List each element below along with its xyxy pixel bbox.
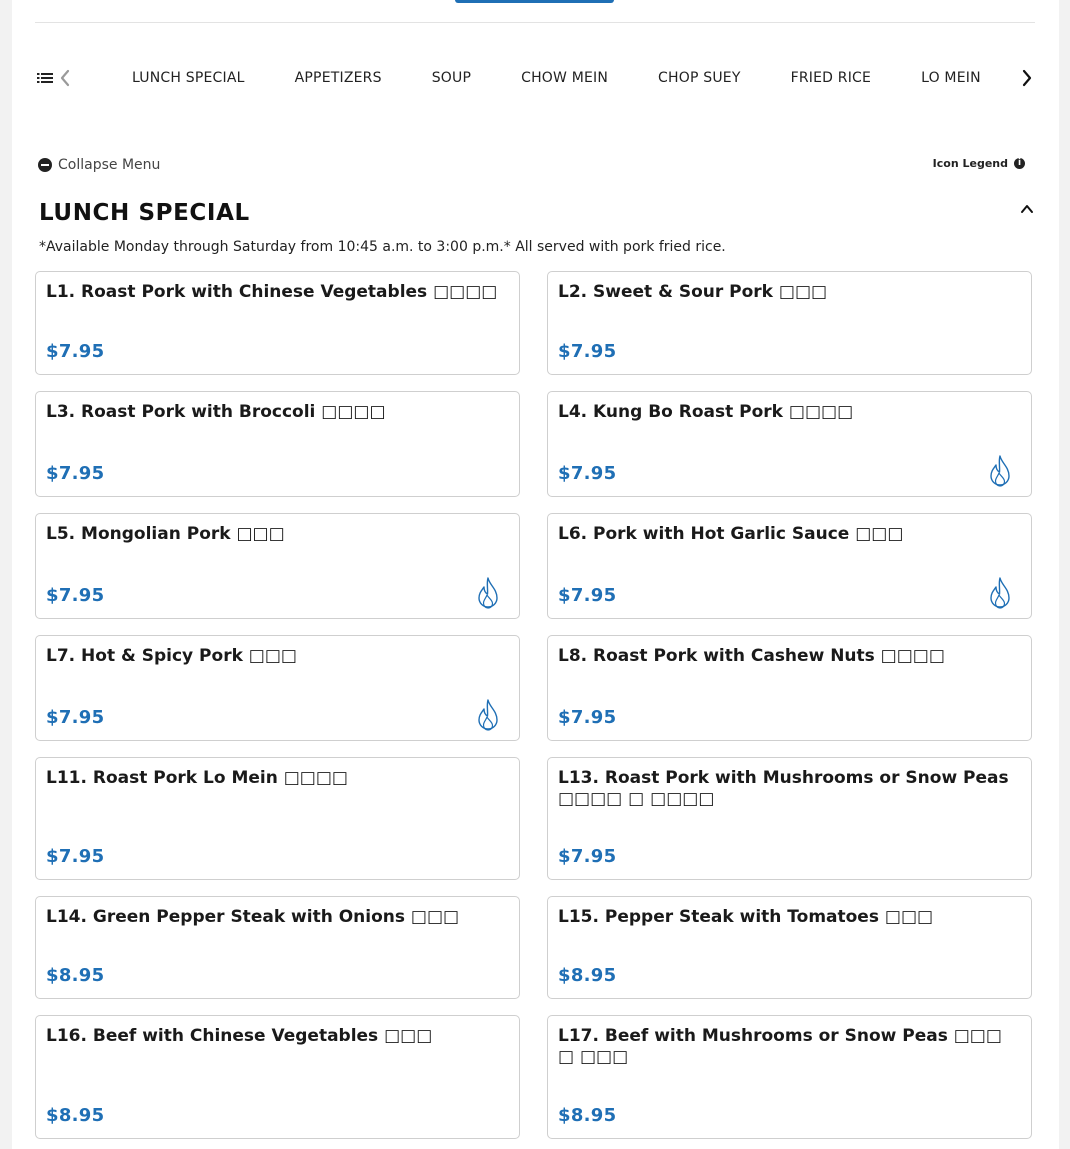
- chevron-left-icon[interactable]: [59, 68, 71, 88]
- item-price: $8.95: [558, 965, 617, 986]
- tab-fried-rice[interactable]: FRIED RICE: [791, 56, 871, 100]
- tab-lo-mein[interactable]: LO MEIN: [921, 56, 981, 100]
- menu-item-card[interactable]: L14. Green Pepper Steak with Onions □□□ …: [35, 896, 520, 999]
- menu-item-card[interactable]: L4. Kung Bo Roast Pork □□□□ $7.95: [547, 391, 1032, 497]
- flame-icon: [478, 699, 498, 731]
- minus-circle-icon: [38, 158, 52, 172]
- item-name: L1. Roast Pork with Chinese Vegetables □…: [46, 282, 498, 302]
- item-name: L13. Roast Pork with Mushrooms or Snow P…: [558, 768, 1009, 809]
- item-name: L11. Roast Pork Lo Mein □□□□: [46, 768, 348, 788]
- item-price: $7.95: [558, 341, 617, 362]
- info-icon: i: [1014, 158, 1025, 169]
- icon-legend-button[interactable]: Icon Legend i: [933, 157, 1025, 170]
- item-price: $7.95: [46, 463, 105, 484]
- flame-icon: [990, 577, 1010, 609]
- item-name: L7. Hot & Spicy Pork □□□: [46, 646, 297, 666]
- tab-chow-mein[interactable]: CHOW MEIN: [521, 56, 608, 100]
- top-action-button[interactable]: [455, 0, 614, 3]
- menu-item-card[interactable]: L6. Pork with Hot Garlic Sauce □□□ $7.95: [547, 513, 1032, 619]
- menu-item-card[interactable]: L1. Roast Pork with Chinese Vegetables □…: [35, 271, 520, 375]
- item-price: $7.95: [46, 585, 105, 606]
- tab-appetizers[interactable]: APPETIZERS: [295, 56, 382, 100]
- tab-lunch-special[interactable]: LUNCH SPECIAL: [132, 56, 245, 100]
- flame-icon: [990, 455, 1010, 487]
- item-name: L16. Beef with Chinese Vegetables □□□: [46, 1026, 433, 1046]
- category-tabs: LUNCH SPECIAL APPETIZERS SOUP CHOW MEIN CHOP…: [95, 56, 1001, 100]
- tab-soup[interactable]: SOUP: [432, 56, 471, 100]
- item-name: L3. Roast Pork with Broccoli □□□□: [46, 402, 386, 422]
- item-name: L14. Green Pepper Steak with Onions □□□: [46, 907, 460, 927]
- menu-item-card[interactable]: L3. Roast Pork with Broccoli □□□□ $7.95: [35, 391, 520, 497]
- item-name: L4. Kung Bo Roast Pork □□□□: [558, 402, 854, 422]
- item-price: $7.95: [558, 846, 617, 867]
- icon-legend-label: Icon Legend: [932, 157, 1008, 170]
- section-title: LUNCH SPECIAL: [39, 200, 250, 226]
- item-name: L5. Mongolian Pork □□□: [46, 524, 285, 544]
- item-price: $7.95: [558, 463, 617, 484]
- tab-chop-suey[interactable]: CHOP SUEY: [658, 56, 741, 100]
- flame-icon: [478, 577, 498, 609]
- section-note: *Available Monday through Saturday from …: [39, 239, 726, 255]
- item-price: $8.95: [46, 1105, 105, 1126]
- list-icon[interactable]: [37, 70, 53, 86]
- menu-item-card[interactable]: L7. Hot & Spicy Pork □□□ $7.95: [35, 635, 520, 741]
- item-name: L17. Beef with Mushrooms or Snow Peas □□…: [558, 1026, 1002, 1067]
- item-price: $7.95: [558, 585, 617, 606]
- collapse-menu-button[interactable]: Collapse Menu: [38, 157, 160, 173]
- item-name: L2. Sweet & Sour Pork □□□: [558, 282, 828, 302]
- menu-item-card[interactable]: L11. Roast Pork Lo Mein □□□□ $7.95: [35, 757, 520, 880]
- item-price: $8.95: [46, 965, 105, 986]
- item-price: $8.95: [558, 1105, 617, 1126]
- item-price: $7.95: [46, 707, 105, 728]
- menu-item-card[interactable]: L16. Beef with Chinese Vegetables □□□ $8…: [35, 1015, 520, 1139]
- item-name: L6. Pork with Hot Garlic Sauce □□□: [558, 524, 904, 544]
- menu-item-card[interactable]: L2. Sweet & Sour Pork □□□ $7.95: [547, 271, 1032, 375]
- item-name: L8. Roast Pork with Cashew Nuts □□□□: [558, 646, 945, 666]
- menu-item-card[interactable]: L5. Mongolian Pork □□□ $7.95: [35, 513, 520, 619]
- menu-page: LUNCH SPECIAL APPETIZERS SOUP CHOW MEIN CHOP…: [12, 0, 1059, 1149]
- menu-item-card[interactable]: L13. Roast Pork with Mushrooms or Snow P…: [547, 757, 1032, 880]
- menu-item-card[interactable]: L8. Roast Pork with Cashew Nuts □□□□ $7.…: [547, 635, 1032, 741]
- item-price: $7.95: [46, 341, 105, 362]
- chevron-up-icon[interactable]: [1019, 201, 1035, 217]
- collapse-menu-label: Collapse Menu: [58, 157, 161, 173]
- menu-item-card[interactable]: L15. Pepper Steak with Tomatoes □□□ $8.9…: [547, 896, 1032, 999]
- item-name: L15. Pepper Steak with Tomatoes □□□: [558, 907, 934, 927]
- category-nav: LUNCH SPECIAL APPETIZERS SOUP CHOW MEIN CHOP…: [35, 56, 1035, 100]
- item-price: $7.95: [558, 707, 617, 728]
- item-price: $7.95: [46, 846, 105, 867]
- chevron-right-icon[interactable]: [1021, 68, 1033, 88]
- menu-item-card[interactable]: L17. Beef with Mushrooms or Snow Peas □□…: [547, 1015, 1032, 1139]
- divider: [35, 22, 1035, 23]
